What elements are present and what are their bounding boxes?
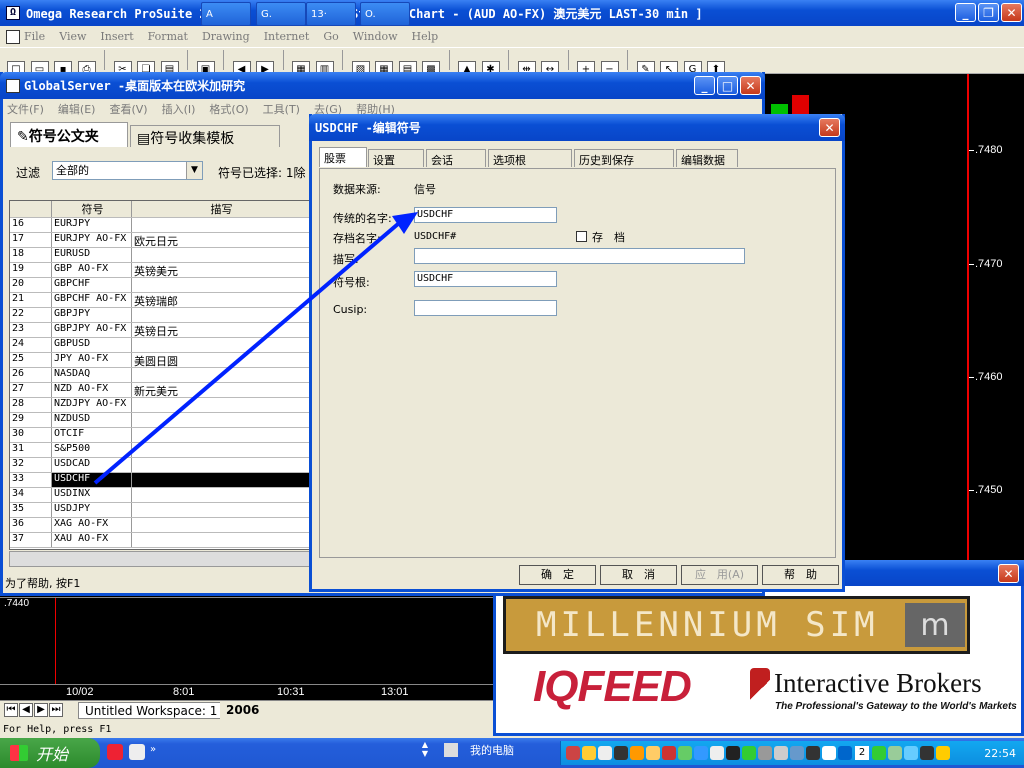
- chevron-right-icon[interactable]: »: [150, 744, 156, 760]
- tray-icon-3[interactable]: [598, 746, 612, 760]
- taskbar-item-3[interactable]: 13·: [306, 2, 356, 26]
- computer-icon: [444, 743, 458, 757]
- annotation-arrow: [93, 212, 418, 485]
- taskbar-item-1[interactable]: A: [201, 2, 251, 26]
- tray-icon-11[interactable]: [726, 746, 740, 760]
- tray-icon-14[interactable]: [774, 746, 788, 760]
- tray-icon-19[interactable]: [872, 746, 886, 760]
- tray-badge[interactable]: 2: [855, 746, 869, 760]
- clock[interactable]: 22:54: [984, 747, 1016, 760]
- taskbar-item-4[interactable]: O.: [360, 2, 410, 26]
- quicklaunch: »: [106, 744, 156, 760]
- tray-icon-9[interactable]: [694, 746, 708, 760]
- tray-icon-20[interactable]: [888, 746, 902, 760]
- tray-icon-16[interactable]: [806, 746, 820, 760]
- taskbar-scroll[interactable]: ▲ ▼: [418, 740, 432, 766]
- start-label: 开始: [36, 745, 69, 764]
- tray-icon-6[interactable]: [646, 746, 660, 760]
- tray-icon-13[interactable]: [758, 746, 772, 760]
- tray-icon-1[interactable]: [566, 746, 580, 760]
- tray-icon-8[interactable]: [678, 746, 692, 760]
- mycomputer-item[interactable]: 我的电脑: [444, 742, 514, 758]
- tray-icon-17[interactable]: [822, 746, 836, 760]
- tray-icon-4[interactable]: [614, 746, 628, 760]
- start-button[interactable]: 开始: [0, 738, 100, 768]
- tray-icon-10[interactable]: [710, 746, 724, 760]
- tray-icon-2[interactable]: [582, 746, 596, 760]
- play-icon[interactable]: [742, 746, 756, 760]
- tray-icon-21[interactable]: [904, 746, 918, 760]
- system-tray: 2 22:54: [560, 741, 1024, 765]
- tray-icon-7[interactable]: [662, 746, 676, 760]
- windows-logo-icon: [10, 745, 28, 761]
- browser-icon[interactable]: [107, 744, 123, 760]
- taskbar-item-2[interactable]: G.: [256, 2, 306, 26]
- mycomputer-label: 我的电脑: [470, 744, 514, 757]
- tray-icon-22[interactable]: [920, 746, 934, 760]
- tray-icon-5[interactable]: [630, 746, 644, 760]
- media-icon[interactable]: [129, 744, 145, 760]
- tray-icon-18[interactable]: [838, 746, 852, 760]
- tray-icon-23[interactable]: [936, 746, 950, 760]
- tray-icon-15[interactable]: [790, 746, 804, 760]
